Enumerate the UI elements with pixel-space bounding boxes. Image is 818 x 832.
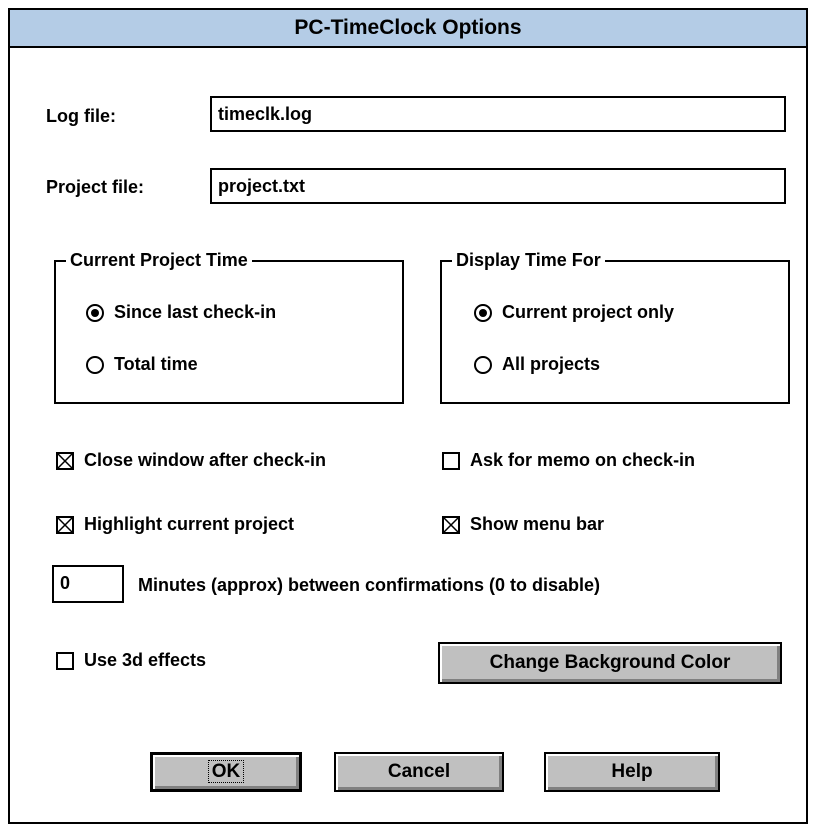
log-file-input[interactable]: timeclk.log <box>210 96 786 132</box>
checkbox-checked-icon[interactable] <box>442 515 460 534</box>
ask-memo-label: Ask for memo on check-in <box>470 450 696 470</box>
display-time-for-group: Display Time For Current project only Al… <box>440 249 790 404</box>
checkbox-show-menu-bar[interactable]: Show menu bar <box>442 514 604 535</box>
radio-all-projects-label: All projects <box>502 354 601 374</box>
radio-total-time-label: Total time <box>114 354 198 374</box>
ok-button[interactable]: OK <box>150 752 302 792</box>
checkbox-highlight-project[interactable]: Highlight current project <box>56 514 294 535</box>
dialog-title: PC-TimeClock Options <box>294 16 522 39</box>
checkbox-ask-memo[interactable]: Ask for memo on check-in <box>442 450 695 471</box>
radio-selected-icon[interactable] <box>474 303 492 322</box>
radio-unselected-icon[interactable] <box>86 355 104 374</box>
current-project-time-group: Current Project Time Since last check-in… <box>54 249 404 404</box>
checkbox-unchecked-icon[interactable] <box>56 651 74 670</box>
checkbox-use-3d[interactable]: Use 3d effects <box>56 650 206 671</box>
radio-unselected-icon[interactable] <box>474 355 492 374</box>
checkbox-checked-icon[interactable] <box>56 515 74 534</box>
highlight-project-label: Highlight current project <box>84 514 295 534</box>
confirmation-minutes-label: Minutes (approx) between confirmations (… <box>138 575 601 595</box>
current-project-time-title: Current Project Time <box>66 249 252 271</box>
help-button[interactable]: Help <box>544 752 720 792</box>
radio-all-projects[interactable]: All projects <box>474 354 600 375</box>
checkbox-close-window[interactable]: Close window after check-in <box>56 450 326 471</box>
checkbox-checked-icon[interactable] <box>56 451 74 470</box>
show-menu-bar-label: Show menu bar <box>470 514 605 534</box>
use-3d-label: Use 3d effects <box>84 650 207 670</box>
options-dialog: PC-TimeClock Options Log file: timeclk.l… <box>8 8 808 824</box>
checkbox-unchecked-icon[interactable] <box>442 451 460 470</box>
display-time-for-title: Display Time For <box>452 249 605 271</box>
close-window-label: Close window after check-in <box>84 450 327 470</box>
radio-since-last-checkin[interactable]: Since last check-in <box>86 302 276 323</box>
log-file-label: Log file: <box>46 106 116 126</box>
project-file-input[interactable]: project.txt <box>210 168 786 204</box>
project-file-label: Project file: <box>46 177 145 197</box>
radio-selected-icon[interactable] <box>86 303 104 322</box>
radio-since-last-checkin-label: Since last check-in <box>114 302 277 322</box>
cancel-button[interactable]: Cancel <box>334 752 504 792</box>
change-background-color-button[interactable]: Change Background Color <box>438 642 782 684</box>
radio-current-project-only-label: Current project only <box>502 302 675 322</box>
radio-total-time[interactable]: Total time <box>86 354 198 375</box>
ok-button-label: OK <box>207 760 245 783</box>
confirmation-minutes-input[interactable]: 0 <box>52 565 124 603</box>
radio-current-project-only[interactable]: Current project only <box>474 302 674 323</box>
title-bar[interactable]: PC-TimeClock Options <box>10 10 806 48</box>
